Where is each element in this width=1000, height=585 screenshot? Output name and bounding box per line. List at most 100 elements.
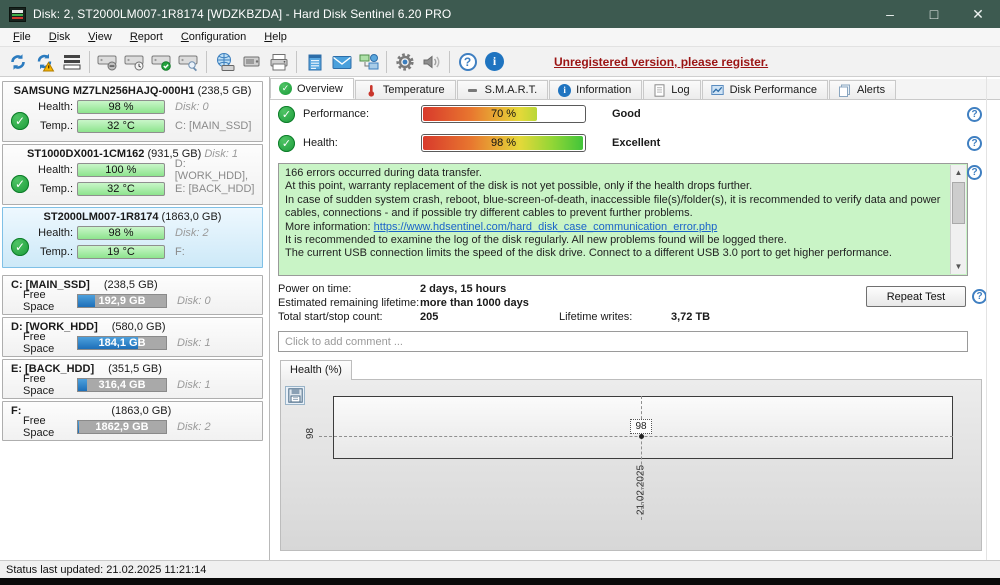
network-share-icon[interactable] [355,49,382,75]
message-line: More information: https://www.hdsentinel… [285,220,718,233]
message-line: It is recommended to examine the log of … [285,234,787,247]
power-on-label: Power on time: [278,283,352,295]
comment-input[interactable] [278,331,968,352]
save-chart-icon[interactable] [285,386,305,405]
temp-bar: 19 °C [77,245,165,259]
repeat-test-button[interactable]: Repeat Test [866,286,966,307]
log-page-icon [652,83,666,97]
health-label: Health: [38,101,73,113]
partition-name: F: [11,405,22,417]
repeat-test-help-icon[interactable]: ? [972,289,987,304]
performance-value: 70 % [490,108,517,120]
performance-help-icon[interactable]: ? [967,107,982,122]
partition-item-f[interactable]: F: (1863,0 GB) Free Space 1862,9 GB Disk… [2,401,263,441]
tab-log[interactable]: Log [643,80,701,99]
scroll-thumb[interactable] [952,182,965,224]
disk-number: Disk: 0 [175,101,209,113]
health-chart-panel: 98 98 21.02.2025 [280,379,982,551]
scroll-up-icon[interactable]: ▲ [951,165,966,180]
menu-file[interactable]: File [4,29,40,45]
disk-item-st2000-selected[interactable]: ST2000LM007-1R8174 (1863,0 GB) ✓ Health:… [2,207,263,268]
remaining-lifetime-label: Estimated remaining lifetime: [278,297,420,309]
disk-clock-icon[interactable] [121,49,148,75]
free-space-bar: 1862,9 GB [77,420,167,434]
printer-icon[interactable] [265,49,292,75]
disk-sidebar: SAMSUNG MZ7LN256HAJQ-000H1 (238,5 GB) ✓ … [0,77,270,560]
partition-item-c[interactable]: C: [MAIN_SSD] (238,5 GB) Free Space 192,… [2,275,263,315]
chart-hgridline [319,436,953,437]
health-chart-tab[interactable]: Health (%) [280,360,352,380]
free-space-bar: 192,9 GB [77,294,167,308]
overview-panel: ✓ Overview Temperature S.M.A.R.T. i Info… [270,77,1000,560]
tab-alerts[interactable]: Alerts [828,80,897,99]
disk-remove-icon[interactable] [94,49,121,75]
app-window: Disk: 2, ST2000LM007-1R8174 [WDZKBZDA] -… [0,0,1000,585]
disk-number: Disk: 0 [177,295,211,307]
disk-number: Disk: 2 [175,227,209,239]
app-icon [9,6,26,22]
disk-accept-icon[interactable] [148,49,175,75]
menu-help[interactable]: Help [255,29,296,45]
status-text: Status last updated: 21.02.2025 11:21:14 [6,563,207,576]
partition-item-e[interactable]: E: [BACK_HDD] (351,5 GB) Free Space 316,… [2,359,263,399]
title-bar: Disk: 2, ST2000LM007-1R8174 [WDZKBZDA] -… [0,0,1000,28]
health-help-icon[interactable]: ? [967,136,982,151]
tab-information[interactable]: i Information [549,80,643,99]
tab-temperature[interactable]: Temperature [354,80,456,99]
message-line: At this point, warranty replacement of t… [285,180,753,193]
disk-hardware-icon[interactable] [238,49,265,75]
performance-ok-icon: ✓ [278,105,295,123]
help-icon[interactable]: ? [454,49,481,75]
register-link[interactable]: Unregistered version, please register. [554,55,768,69]
menu-view[interactable]: View [79,29,121,45]
tab-smart[interactable]: S.M.A.R.T. [456,80,549,99]
report-list-icon[interactable] [58,49,85,75]
menu-configuration[interactable]: Configuration [172,29,255,45]
message-line: The current USB connection limits the sp… [285,247,892,260]
alerts-pages-icon [838,84,852,97]
disk-item-st1000[interactable]: ST1000DX001-1CM162 (931,5 GB) Disk: 1 ✓ … [2,144,263,205]
disk-name: ST2000LM007-1R8174 [43,211,159,223]
drive-letters: D: [WORK_HDD], [174,158,249,182]
maximize-button[interactable]: □ [912,0,956,28]
free-space-bar: 316,4 GB [77,378,167,392]
menu-report[interactable]: Report [121,29,172,45]
network-disk-icon[interactable] [211,49,238,75]
disk-number: Disk: 2 [177,421,211,433]
start-stop-value: 205 [420,311,439,323]
free-space-label: Free Space [23,289,55,313]
free-space-value: 316,4 GB [98,379,146,391]
refresh-icon[interactable] [4,49,31,75]
disk-size: (238,5 GB) [197,85,252,97]
health-bar: 98 % [77,226,165,240]
tab-overview[interactable]: ✓ Overview [270,78,354,99]
partition-item-d[interactable]: D: [WORK_HDD] (580,0 GB) Free Space 184,… [2,317,263,357]
disk-status-message: 166 errors occurred during data transfer… [278,163,968,276]
notepad-icon[interactable] [301,49,328,75]
refresh-warning-icon[interactable] [31,49,58,75]
disk-item-samsung[interactable]: SAMSUNG MZ7LN256HAJQ-000H1 (238,5 GB) ✓ … [2,81,263,142]
disk-size: (1863,0 GB) [161,211,222,223]
remaining-lifetime-value: more than 1000 days [420,297,529,309]
partition-size: (351,5 GB) [108,363,162,375]
chart-xtick: 21.02.2025 [635,464,647,516]
message-scrollbar[interactable]: ▲ ▼ [950,165,966,274]
mail-icon[interactable] [328,49,355,75]
info-icon[interactable]: i [481,49,508,75]
minimize-button[interactable]: – [868,0,912,28]
health-bar: 98 % [77,100,165,114]
disk-search-icon[interactable] [175,49,202,75]
message-help-icon[interactable]: ? [967,165,982,180]
menu-bar: File Disk View Report Configuration Help [0,28,1000,47]
status-ok-icon: ✓ [11,175,29,193]
menu-disk[interactable]: Disk [40,29,79,45]
free-space-value: 1862,9 GB [95,421,149,433]
tab-disk-performance[interactable]: Disk Performance [701,80,828,99]
sound-icon[interactable] [418,49,445,75]
scroll-down-icon[interactable]: ▼ [951,259,966,274]
lifetime-writes-value: 3,72 TB [671,311,711,323]
more-information-link[interactable]: https://www.hdsentinel.com/hard_disk_cas… [374,221,718,233]
settings-gear-icon[interactable] [391,49,418,75]
temp-bar: 32 °C [77,119,165,133]
close-button[interactable]: ✕ [956,0,1000,28]
